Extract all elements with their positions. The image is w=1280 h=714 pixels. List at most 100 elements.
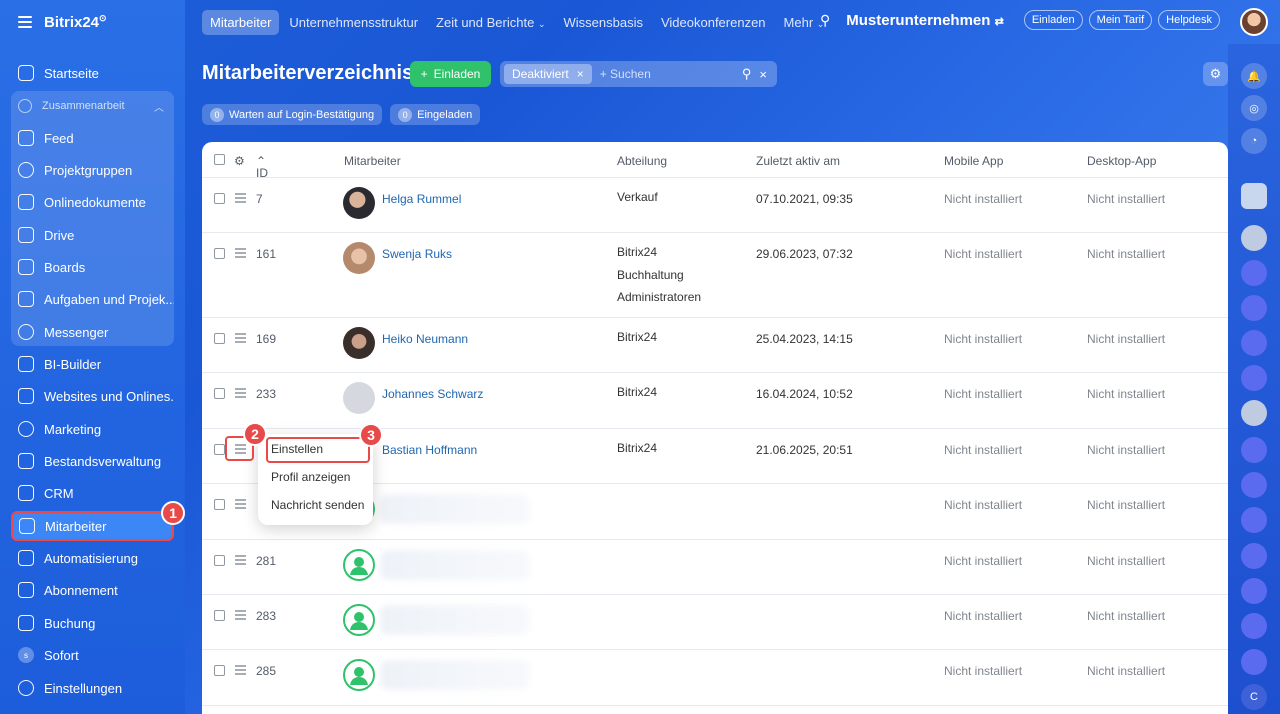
row-menu-icon[interactable] <box>235 665 246 677</box>
chat-icon[interactable] <box>1241 260 1267 286</box>
filter-awaiting-login[interactable]: 0 Warten auf Login-Bestätigung <box>202 104 383 125</box>
table-row[interactable]: 169 Heiko Neumann Bitrix24 25.04.2023, 14:1… <box>202 318 1228 373</box>
sidebar-item-mitarbeiter[interactable]: Mitarbeiter <box>11 511 174 541</box>
row-checkbox[interactable] <box>214 665 225 676</box>
employee-name-link[interactable]: Helga Rummel <box>382 192 461 206</box>
avatar[interactable] <box>343 327 375 359</box>
row-menu-icon[interactable] <box>235 333 246 345</box>
chat-icon[interactable] <box>1241 543 1267 569</box>
default-avatar[interactable] <box>343 549 375 581</box>
sidebar-item-feed[interactable]: Feed <box>12 124 174 152</box>
contact-avatar[interactable] <box>1241 225 1267 251</box>
sidebar-item-boards[interactable]: Boards <box>12 253 174 281</box>
chat-search-icon[interactable]: ◔ <box>1241 128 1267 154</box>
sidebar-item-sofort[interactable]: s Sofort <box>12 641 174 669</box>
employee-name-link[interactable]: Johannes Schwarz <box>382 387 483 401</box>
company-name[interactable]: Musterunternehmen ⇄ <box>846 12 1004 29</box>
sidebar-item-startseite[interactable]: Startseite <box>12 59 174 87</box>
default-avatar[interactable] <box>343 659 375 691</box>
table-row[interactable]: 281 Nicht installiert Nicht installiert <box>202 540 1228 595</box>
close-icon[interactable]: × <box>759 67 767 82</box>
settings-button[interactable]: ⚙ <box>1203 62 1228 86</box>
menu-item-profil-anzeigen[interactable]: Profil anzeigen <box>271 470 350 484</box>
menu-icon[interactable] <box>18 16 32 28</box>
tab-zeit-und-berichte[interactable]: Zeit und Berichte ⌄ <box>428 10 553 35</box>
table-row[interactable]: 7 Helga Rummel Verkauf 07.10.2021, 09:35 Nic… <box>202 178 1228 233</box>
close-icon[interactable]: × <box>577 67 584 81</box>
filter-invited[interactable]: 0 Eingeladen <box>390 104 481 125</box>
sidebar-group-header[interactable]: Zusammenarbeit ︿ <box>18 99 168 114</box>
row-checkbox[interactable] <box>214 388 225 399</box>
sidebar-item-bestandsverwaltung[interactable]: Bestandsverwaltung <box>12 447 174 475</box>
row-menu-icon[interactable] <box>235 499 246 511</box>
invite-pill[interactable]: Einladen <box>1023 10 1083 30</box>
chat-icon[interactable] <box>1241 365 1267 391</box>
employee-name-link[interactable]: Swenja Ruks <box>382 247 452 261</box>
avatar[interactable] <box>343 242 375 274</box>
logo[interactable]: Bitrix24⊙ <box>44 13 107 31</box>
table-row[interactable]: 161 Swenja Ruks Bitrix24 Buchhaltung Adminis… <box>202 233 1228 318</box>
sidebar-item-aufgaben[interactable]: Aufgaben und Projek... <box>12 285 174 313</box>
sidebar-item-bi-builder[interactable]: BI-Builder <box>12 350 174 378</box>
search-icon[interactable]: ⚲ <box>742 66 752 82</box>
col-mobile-app[interactable]: Mobile App <box>944 154 1003 168</box>
row-menu-icon[interactable] <box>235 193 246 205</box>
employee-name-link[interactable]: Bastian Hoffmann <box>382 443 477 457</box>
copilot-icon[interactable]: ◎ <box>1241 95 1267 121</box>
helpdesk-pill[interactable]: Helpdesk <box>1158 10 1220 30</box>
row-menu-icon[interactable] <box>235 610 246 622</box>
tab-mitarbeiter[interactable]: Mitarbeiter <box>202 9 280 35</box>
contact-avatar[interactable] <box>1241 183 1267 209</box>
row-menu-icon[interactable] <box>235 388 246 400</box>
avatar[interactable] <box>343 187 375 219</box>
sidebar-item-websites[interactable]: Websites und Onlines... <box>12 382 174 410</box>
tariff-pill[interactable]: Mein Tarif <box>1088 10 1153 30</box>
menu-item-nachricht-senden[interactable]: Nachricht senden <box>271 498 364 512</box>
row-menu-icon[interactable] <box>235 248 246 260</box>
row-menu-icon[interactable] <box>235 555 246 567</box>
col-id[interactable]: ID ⌃ <box>256 154 268 180</box>
chat-icon[interactable] <box>1241 649 1267 675</box>
sidebar-item-onlinedokumente[interactable]: Onlinedokumente <box>12 188 174 216</box>
sidebar-item-messenger[interactable]: Messenger <box>12 318 174 346</box>
search-input[interactable]: Deaktiviert × + Suchen ⚲ × <box>500 61 777 87</box>
avatar[interactable] <box>343 382 375 414</box>
bell-icon[interactable]: 🔔 <box>1241 63 1267 89</box>
search-icon[interactable]: ⚲ <box>820 12 830 29</box>
row-checkbox[interactable] <box>214 248 225 259</box>
row-checkbox[interactable] <box>214 333 225 344</box>
sidebar-item-automatisierung[interactable]: Automatisierung <box>12 544 174 572</box>
sidebar-item-buchung[interactable]: Buchung <box>12 609 174 637</box>
chat-icon[interactable] <box>1241 437 1267 463</box>
tab-videokonferenzen[interactable]: Videokonferenzen <box>653 10 774 35</box>
sidebar-item-einstellungen[interactable]: Einstellungen <box>12 674 174 702</box>
col-desktop-app[interactable]: Desktop-App <box>1087 154 1156 168</box>
invite-button[interactable]: + Einladen <box>410 61 491 87</box>
chat-icon[interactable] <box>1241 613 1267 639</box>
sidebar-item-abonnement[interactable]: Abonnement <box>12 576 174 604</box>
row-checkbox[interactable] <box>214 610 225 621</box>
table-row[interactable]: 285 Nicht installiert Nicht installiert <box>202 650 1228 706</box>
col-department[interactable]: Abteilung <box>617 154 667 168</box>
row-checkbox[interactable] <box>214 499 225 510</box>
chat-icon[interactable] <box>1241 295 1267 321</box>
table-row[interactable]: 283 Nicht installiert Nicht installiert <box>202 595 1228 650</box>
col-employee[interactable]: Mitarbeiter <box>344 154 401 168</box>
row-checkbox[interactable] <box>214 193 225 204</box>
chat-icon[interactable] <box>1241 507 1267 533</box>
sidebar-item-marketing[interactable]: Marketing <box>12 415 174 443</box>
col-last-active[interactable]: Zuletzt aktiv am <box>756 154 840 168</box>
tab-unternehmensstruktur[interactable]: Unternehmensstruktur <box>281 10 426 35</box>
filter-tag[interactable]: Deaktiviert × <box>504 64 592 84</box>
employee-name-link[interactable]: Heiko Neumann <box>382 332 468 346</box>
sidebar-item-projektgruppen[interactable]: Projektgruppen <box>12 156 174 184</box>
sidebar-item-drive[interactable]: Drive <box>12 221 174 249</box>
contact-avatar[interactable]: C <box>1241 684 1267 710</box>
tab-wissensbasis[interactable]: Wissensbasis <box>556 10 651 35</box>
row-checkbox[interactable] <box>214 555 225 566</box>
row-checkbox[interactable] <box>214 444 225 455</box>
user-avatar[interactable] <box>1240 8 1268 36</box>
chat-icon[interactable] <box>1241 472 1267 498</box>
chat-icon[interactable] <box>1241 578 1267 604</box>
default-avatar[interactable] <box>343 604 375 636</box>
